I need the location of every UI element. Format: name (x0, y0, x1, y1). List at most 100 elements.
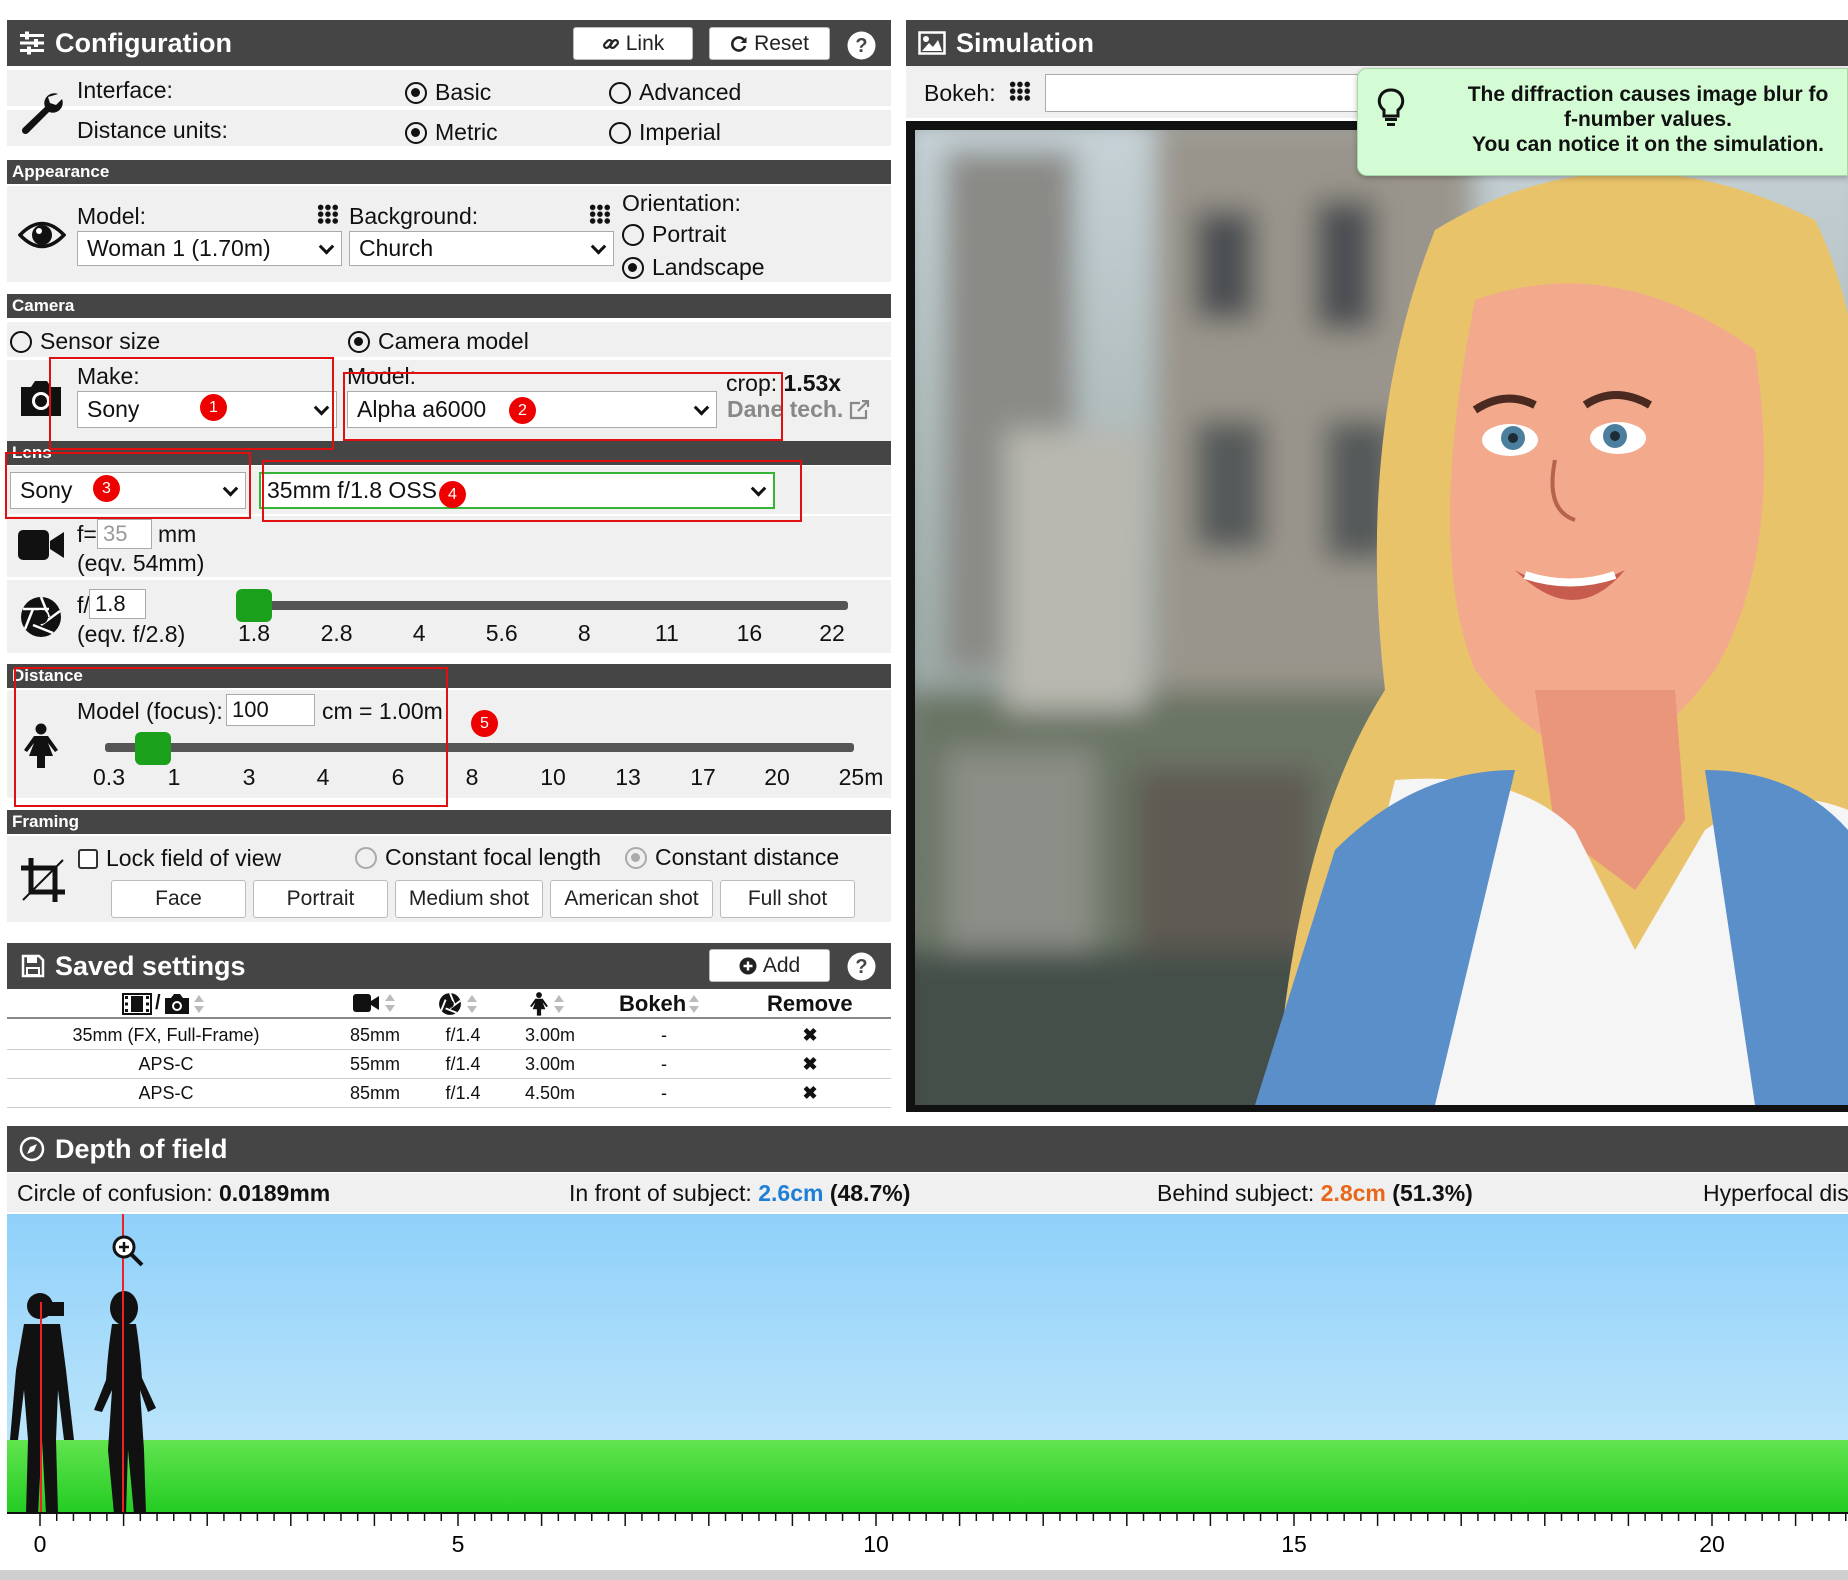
axis-tick-label: 0 (34, 1531, 47, 1557)
aperture-slider-track[interactable] (253, 601, 848, 610)
dof-axis: 0 5 10 15 20 (34, 1512, 1847, 1557)
focal-column-header[interactable] (352, 993, 396, 1013)
aperture-slider-handle[interactable] (236, 589, 272, 622)
saved-cell-distance: 3.00m (524, 1054, 576, 1074)
background-label: Background: (349, 203, 479, 229)
interface-basic-radio[interactable]: Basic (405, 79, 491, 106)
remove-x-icon[interactable]: ✖ (802, 1054, 817, 1075)
saved-table-row[interactable]: 35mm (FX, Full-Frame) 85mm f/1.4 3.00m - ✖ (7, 1021, 891, 1050)
sensor-size-radio[interactable]: Sensor size (10, 328, 160, 355)
constant-focal-radio[interactable]: Constant focal length (355, 844, 601, 871)
plus-circle-icon (739, 957, 757, 975)
orientation-landscape-radio[interactable]: Landscape (622, 254, 765, 281)
checkbox-box[interactable] (78, 848, 98, 869)
focal-unit: mm (158, 521, 197, 547)
annotation-badge: 4 (439, 481, 466, 508)
radio-selected[interactable] (405, 81, 427, 104)
radio-unselected[interactable] (622, 223, 644, 246)
aperture-column-header[interactable] (438, 992, 478, 1016)
sort-icon (193, 994, 205, 1014)
framing-full-shot-button[interactable]: Full shot (720, 880, 855, 918)
add-setting-button[interactable]: Add (709, 949, 830, 982)
configuration-title: Configuration (55, 27, 232, 58)
radio-selected[interactable] (405, 121, 427, 144)
radio-unselected[interactable] (609, 81, 631, 104)
aperture-slider[interactable]: 1.8 2.8 4 5.6 8 11 16 22 (236, 588, 848, 648)
background-select[interactable]: Church (349, 231, 614, 266)
lock-fov-checkbox[interactable]: Lock field of view (78, 845, 281, 872)
distance-column-header[interactable] (529, 991, 565, 1017)
model-select[interactable]: Woman 1 (1.70m) (77, 231, 342, 266)
front-pct: (48.7%) (829, 1180, 911, 1206)
saved-cell-aperture: f/1.4 (445, 1054, 481, 1074)
radio-unselected[interactable] (609, 121, 631, 144)
camera-icon (164, 993, 190, 1015)
saved-cell-aperture: f/1.4 (445, 1025, 481, 1045)
saved-table-row[interactable]: APS-C 55mm f/1.4 3.00m - ✖ (7, 1050, 891, 1079)
slider-tick-label: 8 (465, 764, 479, 790)
compass-icon (19, 1136, 45, 1162)
tip-tooltip: The diffraction causes image blur fo f-n… (1357, 68, 1848, 176)
aperture-input[interactable]: 1.8 (89, 589, 146, 619)
radio-selected[interactable] (625, 846, 647, 869)
bokeh-column-header[interactable]: Bokeh (619, 991, 700, 1017)
saved-cell-focal: 85mm (349, 1083, 401, 1103)
eye-icon (18, 218, 66, 252)
aperture-icon (19, 595, 63, 639)
framing-button-label: Medium shot (408, 887, 530, 910)
framing-medium-shot-button[interactable]: Medium shot (395, 880, 543, 918)
orientation-portrait-radio[interactable]: Portrait (622, 221, 726, 248)
dof-scene-ground (7, 1440, 1848, 1514)
front-value: 2.6cm (758, 1180, 824, 1206)
grid-icon[interactable] (589, 204, 611, 224)
grid-icon[interactable] (317, 204, 339, 224)
radio-selected[interactable] (348, 330, 370, 353)
aperture-eqv: (eqv. f/2.8) (77, 621, 186, 647)
framing-american-shot-button[interactable]: American shot (550, 880, 713, 918)
camera-model-label: Camera model (378, 328, 529, 354)
link-button[interactable]: Link (573, 27, 693, 60)
behind-readout: Behind subject: 2.8cm (51.3%) (1157, 1180, 1473, 1207)
framing-face-button[interactable]: Face (111, 880, 246, 918)
camera-header: Camera (7, 294, 891, 318)
saved-cell-focal: 55mm (349, 1054, 401, 1074)
framing-header: Framing (7, 810, 891, 834)
radio-unselected[interactable] (355, 846, 377, 869)
camera-model-radio[interactable]: Camera model (348, 328, 529, 355)
reset-button[interactable]: Reset (709, 27, 830, 60)
dof-title: Depth of field (55, 1133, 228, 1164)
zoom-in-icon[interactable] (111, 1234, 145, 1268)
remove-x-icon[interactable]: ✖ (802, 1083, 817, 1104)
tooltip-line: You can notice it on the simulation. (1472, 133, 1824, 156)
focal-input[interactable]: 35 (97, 519, 152, 549)
slash-separator: / (155, 992, 161, 1014)
radio-selected[interactable] (622, 256, 644, 279)
grid-icon[interactable] (1009, 81, 1031, 101)
saved-cell-format: APS-C (138, 1083, 194, 1103)
help-icon[interactable]: ? (847, 31, 876, 60)
simulation-title: Simulation (956, 27, 1095, 58)
film-icon (122, 992, 152, 1015)
help-icon[interactable]: ? (847, 952, 876, 981)
remove-x-icon[interactable]: ✖ (802, 1025, 817, 1046)
units-imperial-label: Imperial (639, 119, 721, 145)
focal-input-value: 35 (103, 521, 128, 546)
bokeh-select[interactable] (1045, 74, 1365, 112)
framing-portrait-button[interactable]: Portrait (253, 880, 388, 918)
format-column-header[interactable]: / (122, 992, 205, 1015)
saved-table-row[interactable]: APS-C 85mm f/1.4 4.50m - ✖ (7, 1079, 891, 1108)
annotation-box (343, 372, 783, 441)
slider-tick-label: 1.8 (238, 620, 270, 646)
units-imperial-radio[interactable]: Imperial (609, 119, 721, 146)
constant-distance-radio[interactable]: Constant distance (625, 844, 839, 871)
person-icon (529, 991, 549, 1017)
annotation-badge: 3 (93, 475, 120, 502)
units-metric-radio[interactable]: Metric (405, 119, 498, 146)
slider-tick-label: 17 (690, 764, 716, 790)
page-scrollbar[interactable] (0, 1570, 1848, 1580)
interface-advanced-radio[interactable]: Advanced (609, 79, 741, 106)
annotation-box (5, 452, 251, 519)
video-camera-icon (17, 528, 65, 562)
radio-unselected[interactable] (10, 330, 32, 353)
model-select-value: Woman 1 (1.70m) (87, 235, 271, 261)
